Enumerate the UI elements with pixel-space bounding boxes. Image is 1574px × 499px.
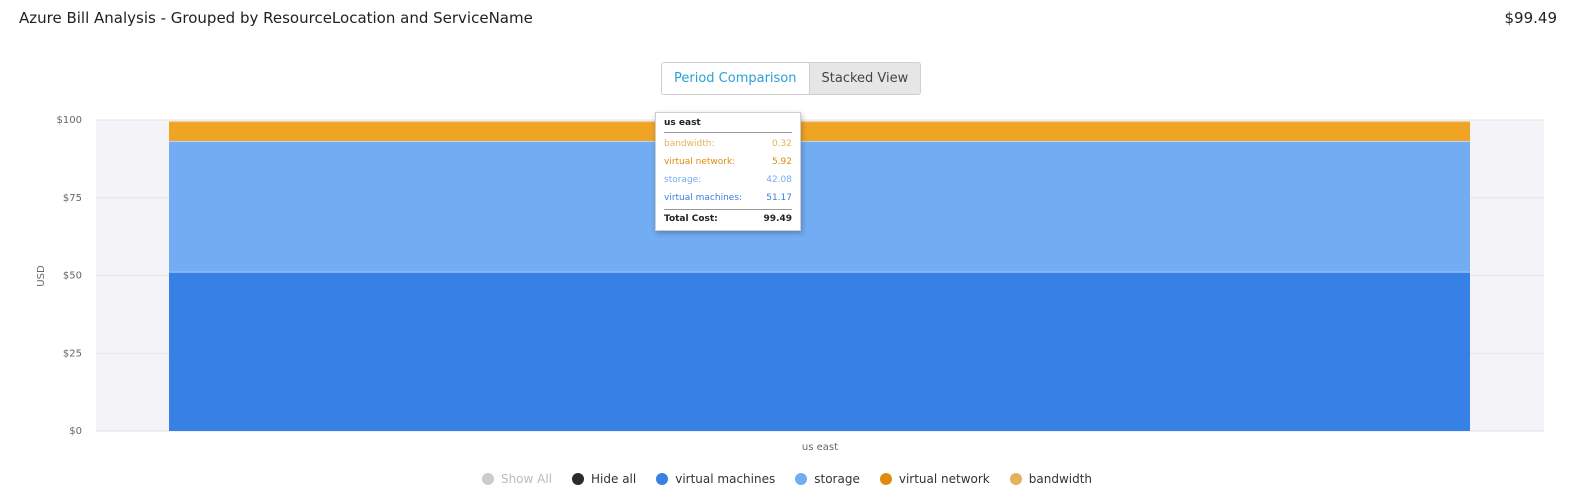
legend-label: Show All [500, 472, 553, 486]
tooltip-total-value: 99.49 [763, 214, 792, 224]
tooltip-value: 51.17 [766, 193, 792, 203]
circle-icon [879, 473, 892, 485]
tooltip-row-virtual-machines: virtual machines: 51.17 [664, 189, 792, 207]
tooltip-label: storage: [664, 175, 702, 185]
legend-hide-all[interactable]: Hide all [572, 472, 636, 486]
tooltip-value: 5.92 [771, 157, 792, 167]
legend-show-all[interactable]: Show All [481, 472, 553, 486]
y-tick-label: $75 [63, 193, 82, 204]
y-tick-label: $50 [63, 271, 82, 282]
legend: Show All Hide all virtual machines stora… [0, 472, 1574, 486]
chart-area: $0 $25 $50 $75 $100 USD us east [36, 115, 1544, 453]
tooltip-title: us east [664, 116, 792, 133]
legend-virtual-network[interactable]: virtual network [879, 472, 990, 486]
tooltip-row-virtual-network: virtual network: 5.92 [664, 153, 792, 171]
tooltip-row-storage: storage: 42.08 [664, 171, 792, 189]
tooltip-total-label: Total Cost: [664, 214, 718, 224]
y-axis-ticks: $0 $25 $50 $75 $100 [57, 115, 82, 437]
y-tick-label: $100 [57, 115, 82, 126]
tooltip-label: bandwidth: [664, 139, 715, 149]
bar-bandwidth[interactable] [169, 121, 1470, 123]
y-tick-label: $0 [69, 426, 82, 437]
legend-storage[interactable]: storage [795, 472, 860, 486]
bar-virtual-network[interactable] [169, 122, 1470, 141]
tooltip-label: virtual machines: [664, 193, 743, 203]
x-tick-label: us east [802, 442, 838, 453]
tooltip-total: Total Cost: 99.49 [664, 209, 792, 224]
y-tick-label: $25 [63, 348, 82, 359]
tooltip-value: 42.08 [766, 175, 792, 185]
legend-label: bandwidth [1028, 472, 1093, 486]
bars [169, 121, 1470, 431]
tooltip: us east bandwidth: 0.32 virtual network:… [655, 112, 801, 231]
bar-storage[interactable] [169, 140, 1470, 272]
legend-bandwidth[interactable]: bandwidth [1009, 472, 1093, 486]
tooltip-row-bandwidth: bandwidth: 0.32 [664, 135, 792, 153]
legend-label: Hide all [591, 472, 637, 486]
circle-icon [481, 473, 494, 485]
tooltip-value: 0.32 [771, 139, 792, 149]
tooltip-label: virtual network: [664, 157, 736, 167]
circle-icon [1009, 473, 1022, 485]
circle-icon [795, 473, 808, 485]
legend-label: storage [814, 472, 860, 486]
circle-icon [656, 473, 669, 485]
bar-virtual-machines[interactable] [169, 271, 1470, 431]
legend-label: virtual machines [675, 472, 776, 486]
circle-icon [572, 473, 585, 485]
legend-label: virtual network [898, 472, 990, 486]
y-axis-label: USD [36, 265, 47, 287]
legend-virtual-machines[interactable]: virtual machines [656, 472, 775, 486]
